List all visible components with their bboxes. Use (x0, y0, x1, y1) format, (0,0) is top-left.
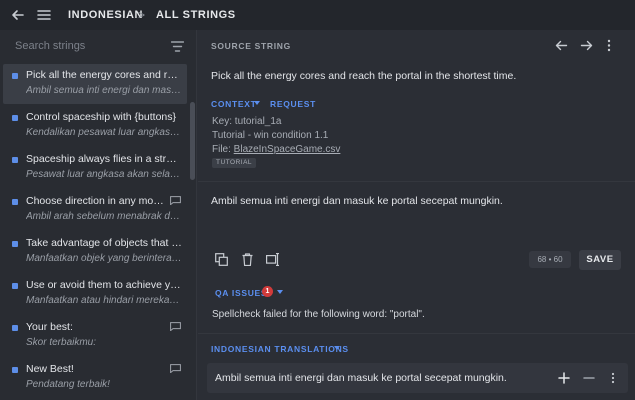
search-bar[interactable]: Search strings (0, 30, 197, 62)
list-item-source: Use or avoid them to achieve your g... (26, 279, 182, 291)
divider (198, 181, 635, 182)
comment-icon (170, 322, 181, 331)
next-arrow-icon[interactable] (580, 39, 593, 52)
qa-issue-message: Spellcheck failed for the following word… (212, 309, 425, 320)
translation-editor[interactable]: Ambil semua inti energi dan masuk ke por… (211, 195, 503, 207)
list-item-source: Choose direction in any moment... (26, 195, 164, 207)
more-vertical-icon[interactable] (610, 372, 616, 384)
special-characters-icon[interactable] (266, 253, 280, 266)
list-item-translation: Ambil arah sebelum menabrak dindi... (26, 211, 182, 222)
arrow-left-icon[interactable] (10, 7, 26, 23)
file-label: File: (212, 144, 234, 155)
list-item-translation: Skor terbaikmu: (26, 337, 97, 348)
status-square-icon (12, 367, 18, 373)
translations-section-label[interactable]: INDONESIAN TRANSLATIONS (211, 344, 349, 354)
source-string-label: SOURCE STRING (211, 41, 291, 51)
save-button[interactable]: SAVE (579, 250, 621, 270)
status-square-icon (12, 283, 18, 289)
context-file: File: BlazeInSpaceGame.csv (212, 144, 340, 155)
divider (198, 333, 635, 334)
previous-arrow-icon[interactable] (555, 39, 568, 52)
breadcrumb-language[interactable]: INDONESIAN (68, 9, 143, 21)
status-square-icon (12, 199, 18, 205)
translation-suggestion-row[interactable]: Ambil semua inti energi dan masuk ke por… (207, 363, 628, 393)
tag-badge: TUTORIAL (212, 158, 257, 168)
list-item[interactable]: Choose direction in any moment... Ambil … (3, 190, 187, 230)
breadcrumb-page: ALL STRINGS (156, 9, 236, 21)
translation-suggestion-text: Ambil semua inti energi dan masuk ke por… (215, 372, 507, 384)
minus-icon[interactable] (583, 377, 595, 379)
filter-icon[interactable] (171, 41, 184, 52)
qa-issues-label[interactable]: QA ISSUES (215, 288, 267, 298)
list-item[interactable]: Spaceship always flies in a straight l..… (3, 148, 187, 188)
list-item[interactable]: Take advantage of objects that inter... … (3, 232, 187, 272)
list-item[interactable]: Your best: Skor terbaikmu: (3, 316, 187, 356)
tab-context[interactable]: CONTEXT (211, 99, 257, 109)
list-item-source: Control spaceship with {buttons} (26, 111, 177, 123)
list-item[interactable]: New Best! Pendatang terbaik! (3, 358, 187, 398)
status-square-icon (12, 157, 18, 163)
list-item-translation: Kendalikan pesawat luar angkasa de... (26, 127, 182, 138)
more-vertical-icon[interactable] (606, 39, 612, 52)
status-square-icon (12, 241, 18, 247)
list-item-source: Spaceship always flies in a straight l..… (26, 153, 182, 165)
plus-icon[interactable] (558, 372, 570, 384)
comment-icon (170, 196, 181, 205)
status-square-icon (12, 73, 18, 79)
list-item-translation: Pesawat luar angkasa akan selalu te... (26, 169, 182, 180)
tab-request[interactable]: REQUEST (270, 99, 316, 109)
caret-down-icon (254, 101, 260, 105)
qa-issues-count-badge: 1 (262, 286, 273, 297)
breadcrumb-separator: > (138, 8, 146, 22)
list-item[interactable]: Pick all the energy cores and reach t...… (3, 64, 187, 104)
context-key: Key: tutorial_1a (212, 116, 282, 127)
list-item-source: New Best! (26, 363, 74, 375)
comment-icon (170, 364, 181, 373)
caret-down-icon (334, 346, 340, 350)
search-input[interactable]: Search strings (15, 40, 85, 52)
caret-down-icon (277, 290, 283, 294)
status-square-icon (12, 115, 18, 121)
list-item-source: Pick all the energy cores and reach t... (26, 69, 182, 81)
source-text: Pick all the energy cores and reach the … (211, 70, 517, 82)
copy-source-icon[interactable] (215, 253, 228, 266)
character-counter: 68 • 60 (529, 251, 571, 268)
status-square-icon (12, 325, 18, 331)
list-item[interactable]: Use or avoid them to achieve your g... M… (3, 274, 187, 314)
list-item-translation: Manfaatkan objek yang berinteraksi ... (26, 253, 182, 264)
list-item-source: Take advantage of objects that inter... (26, 237, 182, 249)
hamburger-icon[interactable] (37, 8, 51, 22)
top-bar: INDONESIAN > ALL STRINGS (0, 0, 635, 30)
trash-icon[interactable] (242, 253, 253, 266)
list-item-translation: Pendatang terbaik! (26, 379, 110, 390)
sidebar-scrollbar[interactable] (190, 102, 195, 180)
list-item-translation: Ambil semua inti energi dan masuk k... (26, 85, 182, 96)
list-item[interactable]: Control spaceship with {buttons} Kendali… (3, 106, 187, 146)
list-item-source: Your best: (26, 321, 73, 333)
context-description: Tutorial - win condition 1.1 (212, 130, 329, 141)
list-item-translation: Manfaatkan atau hindari mereka unt... (26, 295, 182, 306)
file-link[interactable]: BlazeInSpaceGame.csv (234, 144, 341, 155)
